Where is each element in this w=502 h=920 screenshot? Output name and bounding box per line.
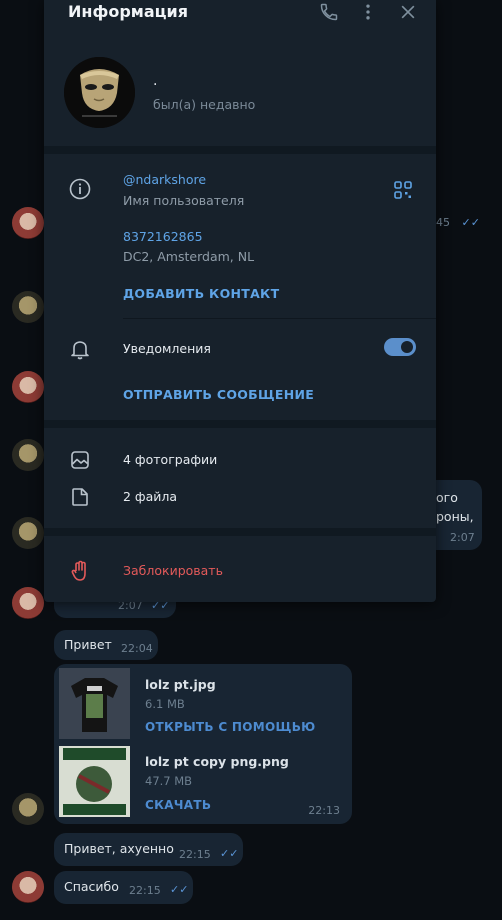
read-ticks-icon: ✓✓	[170, 883, 189, 896]
partial-message-bubble[interactable]: ого роны, 2:07	[436, 480, 482, 550]
photos-item[interactable]: 4 фотографии	[123, 452, 217, 467]
file-size: 6.1 MB	[145, 697, 185, 711]
toggle-knob	[401, 341, 413, 353]
close-icon[interactable]	[396, 0, 420, 24]
section-separator	[44, 146, 436, 154]
sender-avatar[interactable]	[12, 871, 44, 903]
sender-avatar[interactable]	[12, 587, 44, 619]
tshirt-image	[59, 668, 130, 739]
file-thumbnail[interactable]	[59, 746, 130, 817]
notifications-label: Уведомления	[123, 341, 211, 356]
notifications-toggle[interactable]	[384, 338, 416, 356]
block-hand-icon	[68, 559, 92, 583]
sender-avatar[interactable]	[12, 793, 44, 825]
sender-avatar[interactable]	[12, 291, 44, 323]
sender-avatar[interactable]	[12, 517, 44, 549]
block-user-button[interactable]: Заблокировать	[123, 563, 223, 578]
section-separator	[44, 528, 436, 536]
profile-name: .	[153, 73, 158, 89]
file-icon	[68, 485, 92, 509]
message-bubble[interactable]: Привет 22:04	[54, 630, 158, 660]
file-size: 47.7 MB	[145, 774, 193, 788]
file-name[interactable]: lolz pt copy png.png	[145, 754, 289, 769]
qr-code-icon[interactable]	[394, 181, 412, 199]
username-link[interactable]: @ndarkshore	[123, 172, 206, 187]
panel-title: Информация	[68, 2, 188, 21]
info-icon	[68, 177, 92, 201]
read-ticks-icon: ✓✓	[220, 847, 239, 860]
message-text: Привет, ахуенно	[64, 841, 174, 856]
sender-avatar[interactable]	[12, 207, 44, 239]
partial-message-text: роны,	[436, 509, 474, 524]
message-bubble[interactable]: Привет, ахуенно 22:15 ✓✓	[54, 833, 243, 866]
file-thumbnail[interactable]	[59, 668, 130, 739]
partial-message-time: 45 ✓✓	[436, 216, 480, 229]
sender-avatar[interactable]	[12, 439, 44, 471]
add-contact-button[interactable]: ДОБАВИТЬ КОНТАКТ	[123, 286, 279, 301]
mask-image	[64, 57, 135, 128]
poster-image	[59, 746, 130, 817]
user-info-panel: Информация . был(а) недавно @ndarkshore …	[44, 0, 436, 602]
sender-avatar[interactable]	[12, 371, 44, 403]
message-bubble[interactable]: Спасибо 22:15 ✓✓	[54, 871, 193, 904]
username-caption: Имя пользователя	[123, 193, 245, 208]
bell-icon	[68, 337, 92, 361]
more-vertical-icon[interactable]	[356, 0, 380, 24]
files-item[interactable]: 2 файла	[123, 489, 177, 504]
phone-icon[interactable]	[317, 0, 341, 24]
message-time: 22:15	[179, 848, 211, 861]
datacenter-caption: DC2, Amsterdam, NL	[123, 249, 255, 264]
message-time: 22:13	[308, 804, 340, 817]
profile-avatar[interactable]	[64, 57, 135, 128]
section-separator	[44, 420, 436, 428]
message-time: 22:04	[121, 642, 153, 655]
partial-message-text: ого	[436, 490, 458, 505]
message-time: 2:07	[450, 531, 475, 544]
phone-number-link[interactable]: 8372162865	[123, 229, 203, 244]
file-name[interactable]: lolz pt.jpg	[145, 677, 216, 692]
photos-icon	[68, 448, 92, 472]
profile-status: был(а) недавно	[153, 97, 256, 112]
open-with-button[interactable]: ОТКРЫТЬ С ПОМОЩЬЮ	[145, 720, 316, 734]
divider	[123, 318, 436, 319]
send-message-button[interactable]: ОТПРАВИТЬ СООБЩЕНИЕ	[123, 387, 314, 402]
message-time: 22:15	[129, 884, 161, 897]
message-text: Привет	[64, 637, 112, 652]
files-message-bubble[interactable]: lolz pt.jpg 6.1 MB ОТКРЫТЬ С ПОМОЩЬЮ lol…	[54, 664, 352, 824]
message-text: Спасибо	[64, 879, 119, 894]
download-button[interactable]: СКАЧАТЬ	[145, 798, 211, 812]
